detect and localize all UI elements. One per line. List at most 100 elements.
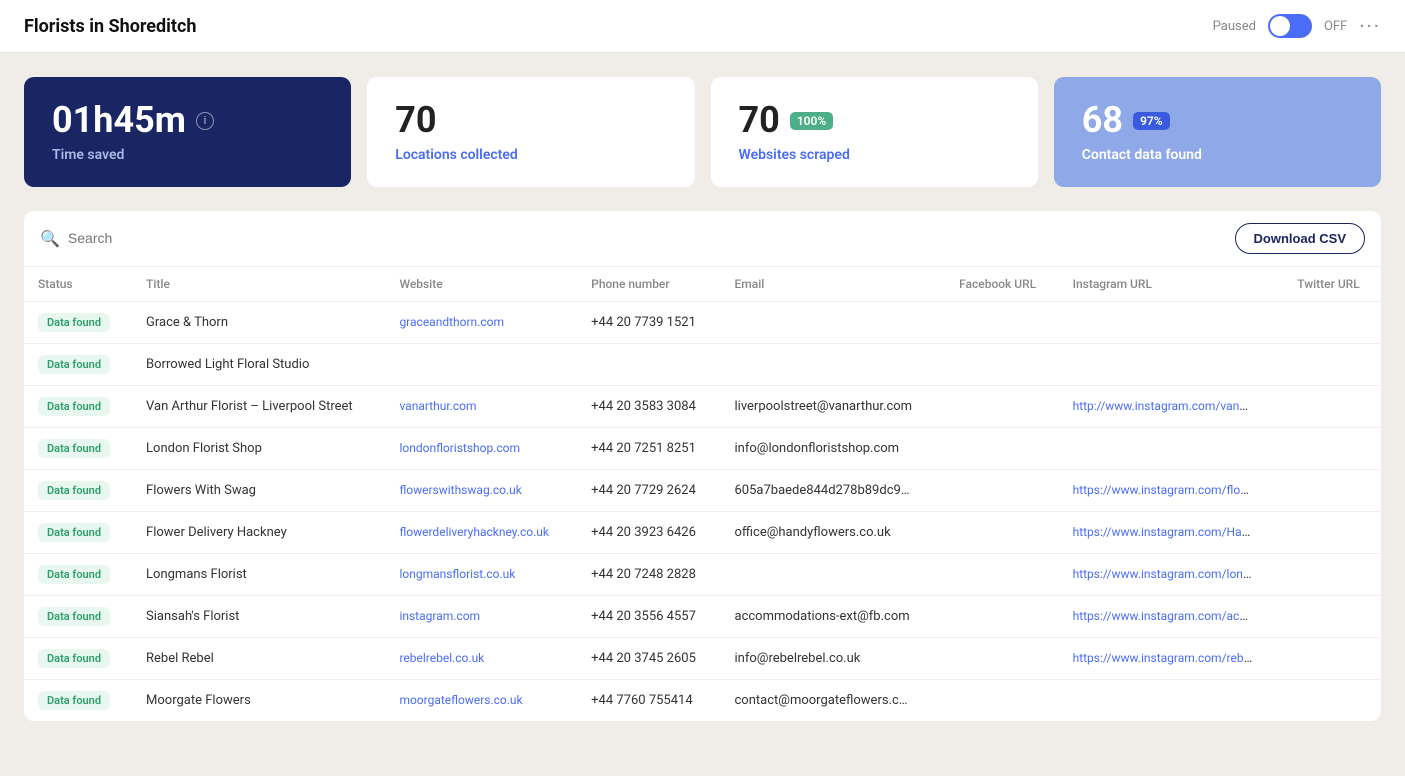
download-csv-button[interactable]: Download CSV: [1235, 223, 1365, 254]
col-instagram: Instagram URL: [1059, 267, 1284, 302]
status-badge: Data found: [38, 313, 110, 332]
cell-twitter: [1283, 427, 1381, 469]
cell-phone: +44 20 3923 6426: [577, 511, 720, 553]
stat-websites: 70 100% Websites scraped: [711, 77, 1038, 187]
status-badge: Data found: [38, 439, 110, 458]
col-website: Website: [385, 267, 577, 302]
instagram-link[interactable]: https://www.instagram.com/accounts/p...: [1073, 609, 1253, 624]
website-link[interactable]: londonfloristshop.com: [399, 441, 520, 455]
cell-status: Data found: [24, 637, 132, 679]
status-badge: Data found: [38, 607, 110, 626]
cell-instagram: [1059, 427, 1284, 469]
cell-phone: +44 20 7251 8251: [577, 427, 720, 469]
paused-label: Paused: [1213, 19, 1256, 34]
results-table: Status Title Website Phone number Email …: [24, 267, 1381, 721]
cell-status: Data found: [24, 553, 132, 595]
website-link[interactable]: rebelrebel.co.uk: [399, 651, 484, 665]
cell-instagram: http://www.instagram.com/vanarthurflori.…: [1059, 385, 1284, 427]
status-badge: Data found: [38, 481, 110, 500]
cell-phone: +44 20 3583 3084: [577, 385, 720, 427]
website-link[interactable]: moorgateflowers.co.uk: [399, 693, 522, 707]
cell-title: Rebel Rebel: [132, 637, 385, 679]
more-options-icon[interactable]: ···: [1359, 14, 1381, 38]
instagram-link[interactable]: https://www.instagram.com/rebelrebele8: [1073, 651, 1253, 666]
cell-website: graceandthorn.com: [385, 301, 577, 343]
cell-phone: +44 20 7729 2624: [577, 469, 720, 511]
cell-title: Van Arthur Florist – Liverpool Street: [132, 385, 385, 427]
table-row: Data found Grace & Thorn graceandthorn.c…: [24, 301, 1381, 343]
col-title: Title: [132, 267, 385, 302]
instagram-link[interactable]: http://www.instagram.com/vanarthurflori.…: [1073, 399, 1253, 414]
page-title: Florists in Shoreditch: [24, 16, 196, 37]
toggle-container: [1268, 14, 1312, 38]
cell-facebook: [945, 469, 1058, 511]
stat-header: 68 97%: [1082, 101, 1353, 141]
cell-twitter: [1283, 511, 1381, 553]
cell-title: Borrowed Light Floral Studio: [132, 343, 385, 385]
cell-phone: +44 20 7739 1521: [577, 301, 720, 343]
cell-website: londonfloristshop.com: [385, 427, 577, 469]
col-phone: Phone number: [577, 267, 720, 302]
search-input[interactable]: [68, 230, 940, 246]
website-link[interactable]: instagram.com: [399, 609, 480, 623]
stat-header: 01h45m i: [52, 101, 323, 141]
toggle-knob: [1270, 16, 1290, 36]
cell-email: [721, 343, 946, 385]
cell-website: moorgateflowers.co.uk: [385, 679, 577, 721]
instagram-link[interactable]: https://www.instagram.com/HandyFlowe...: [1073, 525, 1253, 540]
stat-value: 70: [395, 101, 666, 141]
table-row: Data found Siansah's Florist instagram.c…: [24, 595, 1381, 637]
cell-instagram: https://www.instagram.com/accounts/p...: [1059, 595, 1284, 637]
cell-email: [721, 301, 946, 343]
stat-value: 01h45m: [52, 101, 186, 141]
col-facebook: Facebook URL: [945, 267, 1058, 302]
cell-facebook: [945, 595, 1058, 637]
cell-website: instagram.com: [385, 595, 577, 637]
col-email: Email: [721, 267, 946, 302]
website-link[interactable]: flowerswithswag.co.uk: [399, 483, 521, 497]
cell-title: Flowers With Swag: [132, 469, 385, 511]
website-link[interactable]: graceandthorn.com: [399, 315, 504, 329]
cell-status: Data found: [24, 595, 132, 637]
pause-toggle[interactable]: [1268, 14, 1312, 38]
website-link[interactable]: longmansflorist.co.uk: [399, 567, 515, 581]
cell-facebook: [945, 553, 1058, 595]
instagram-link[interactable]: https://www.instagram.com/flowerswiths..…: [1073, 483, 1253, 498]
website-link[interactable]: vanarthur.com: [399, 399, 476, 413]
status-badge: Data found: [38, 355, 110, 374]
stat-header: 70 100%: [739, 101, 1010, 141]
stat-label: Websites scraped: [739, 147, 1010, 163]
cell-email: accommodations-ext@fb.com: [721, 595, 946, 637]
table-row: Data found Flowers With Swag flowerswith…: [24, 469, 1381, 511]
cell-twitter: [1283, 679, 1381, 721]
cell-phone: +44 20 7248 2828: [577, 553, 720, 595]
cell-email: office@handyflowers.co.uk: [721, 511, 946, 553]
stat-locations: 70 Locations collected: [367, 77, 694, 187]
cell-website: flowerdeliveryhackney.co.uk: [385, 511, 577, 553]
cell-title: Grace & Thorn: [132, 301, 385, 343]
cell-twitter: [1283, 637, 1381, 679]
cell-instagram: https://www.instagram.com/flowerswiths..…: [1059, 469, 1284, 511]
cell-email: contact@moorgateflowers.co.uk: [721, 679, 946, 721]
cell-instagram: https://www.instagram.com/HandyFlowe...: [1059, 511, 1284, 553]
col-twitter: Twitter URL: [1283, 267, 1381, 302]
table-row: Data found Flower Delivery Hackney flowe…: [24, 511, 1381, 553]
app-header: Florists in Shoreditch Paused OFF ···: [0, 0, 1405, 53]
cell-instagram: [1059, 343, 1284, 385]
cell-facebook: [945, 301, 1058, 343]
status-badge: Data found: [38, 565, 110, 584]
cell-status: Data found: [24, 469, 132, 511]
info-icon[interactable]: i: [196, 112, 214, 130]
instagram-link[interactable]: https://www.instagram.com/longmans26/: [1073, 567, 1253, 582]
cell-twitter: [1283, 385, 1381, 427]
cell-instagram: [1059, 301, 1284, 343]
cell-twitter: [1283, 595, 1381, 637]
website-link[interactable]: flowerdeliveryhackney.co.uk: [399, 525, 549, 539]
status-badge: Data found: [38, 649, 110, 668]
cell-title: Flower Delivery Hackney: [132, 511, 385, 553]
table-row: Data found Van Arthur Florist – Liverpoo…: [24, 385, 1381, 427]
stat-value: 70: [739, 101, 780, 141]
off-label: OFF: [1324, 19, 1347, 34]
cell-facebook: [945, 511, 1058, 553]
stat-badge: 100%: [790, 112, 833, 130]
